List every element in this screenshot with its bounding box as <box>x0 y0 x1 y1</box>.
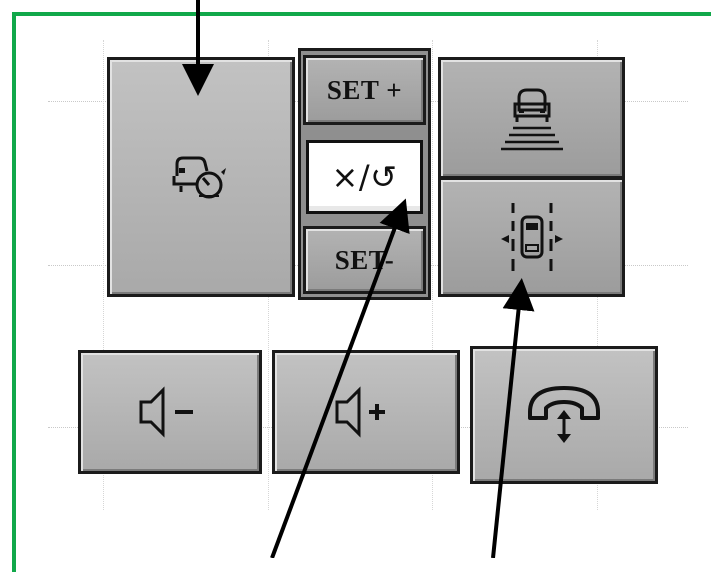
set-plus-button[interactable]: SET + <box>303 55 426 125</box>
set-plus-label: SET + <box>326 74 403 105</box>
volume-down-button[interactable] <box>78 350 262 474</box>
volume-down-icon <box>135 384 205 440</box>
lane-keep-assist-button[interactable] <box>438 177 625 297</box>
following-distance-button[interactable] <box>438 57 625 179</box>
volume-up-button[interactable] <box>272 350 460 474</box>
set-minus-button[interactable]: SET- <box>303 226 426 294</box>
cruise-control-button[interactable] <box>107 57 295 297</box>
phone-button[interactable] <box>470 346 658 484</box>
cruise-control-icon <box>169 152 233 202</box>
set-minus-label: SET- <box>334 244 395 275</box>
following-distance-icon <box>497 82 567 154</box>
cancel-resume-button[interactable]: ×/↺ <box>306 140 423 214</box>
lane-keep-assist-icon <box>497 199 567 275</box>
volume-up-icon <box>331 384 401 440</box>
phone-answer-end-icon <box>524 382 604 448</box>
cancel-resume-icon: ×/↺ <box>331 158 398 196</box>
